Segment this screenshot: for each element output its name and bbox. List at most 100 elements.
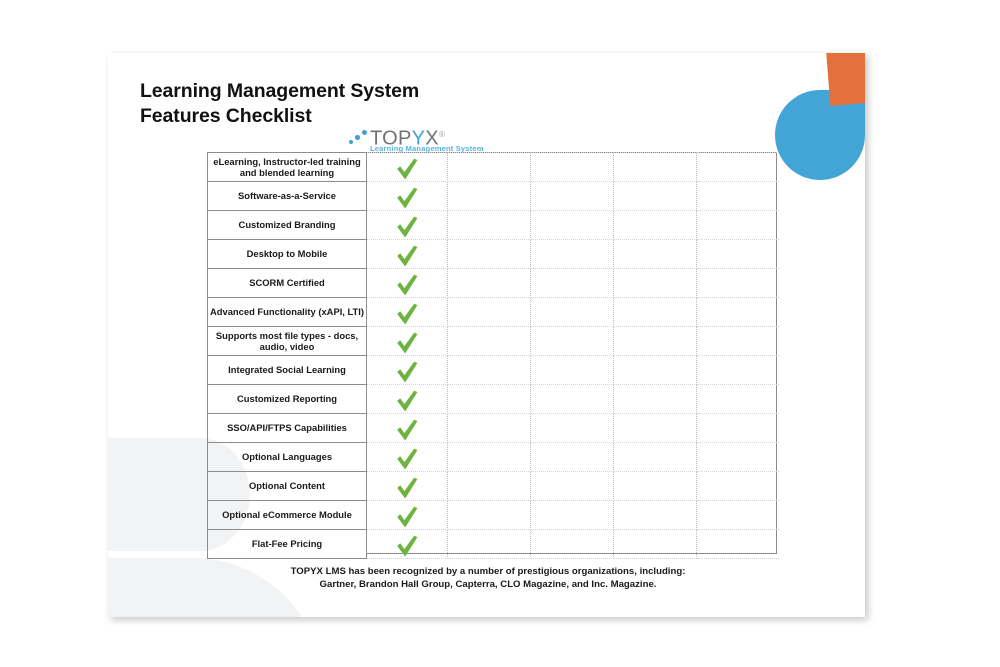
topyx-support-cell [366,355,448,385]
comparison-blank-cell [447,210,531,240]
comparison-blank-cell [696,239,779,269]
comparison-blank-cell [530,413,614,443]
comparison-blank-cell [696,442,779,472]
comparison-blank-cell [530,210,614,240]
comparison-blank-cell [447,471,531,501]
feature-label-cell: Optional Content [207,471,367,501]
table-row: Customized Branding [207,210,779,240]
feature-label-cell: SCORM Certified [207,268,367,298]
topyx-support-cell [366,384,448,414]
topyx-support-cell [366,297,448,327]
feature-label-cell: Integrated Social Learning [207,355,367,385]
feature-label-cell: Supports most file types - docs, audio, … [207,326,367,356]
table-row: SSO/API/FTPS Capabilities [207,413,779,443]
comparison-blank-cell [530,471,614,501]
comparison-blank-cell [613,326,697,356]
feature-label-cell: Optional Languages [207,442,367,472]
check-icon [394,417,420,443]
topyx-logo-trademark-icon: ® [438,130,446,139]
comparison-blank-cell [530,152,614,182]
topyx-support-cell [366,413,448,443]
check-icon [394,533,420,559]
comparison-blank-cell [696,326,779,356]
table-row: Optional Languages [207,442,779,472]
comparison-blank-cell [530,500,614,530]
table-row: Optional Content [207,471,779,501]
check-icon [394,330,420,356]
table-row: Customized Reporting [207,384,779,414]
feature-label-cell: Desktop to Mobile [207,239,367,269]
comparison-blank-cell [696,268,779,298]
topyx-support-cell [366,239,448,269]
comparison-blank-cell [447,326,531,356]
comparison-blank-cell [613,268,697,298]
comparison-blank-cell [696,471,779,501]
comparison-blank-cell [447,500,531,530]
topyx-support-cell [366,268,448,298]
check-icon [394,475,420,501]
table-row: eLearning, Instructor-led training and b… [207,152,779,182]
comparison-blank-cell [696,355,779,385]
comparison-blank-cell [696,210,779,240]
topyx-support-cell [366,442,448,472]
comparison-blank-cell [696,413,779,443]
topyx-support-cell [366,152,448,182]
table-row: Software-as-a-Service [207,181,779,211]
comparison-blank-cell [530,355,614,385]
comparison-blank-cell [696,500,779,530]
comparison-blank-cell [447,384,531,414]
footer-line-1: TOPYX LMS has been recognized by a numbe… [290,566,686,577]
topyx-support-cell [366,500,448,530]
table-row: Flat-Fee Pricing [207,529,779,559]
topyx-logo: TOPYX® Learning Management System [348,125,483,155]
page-title-line-1: Learning Management System [140,80,420,102]
comparison-blank-cell [447,442,531,472]
check-icon [394,214,420,240]
features-checklist-table: eLearning, Instructor-led training and b… [207,152,779,559]
table-row: Supports most file types - docs, audio, … [207,326,779,356]
page-canvas: Learning Management System Features Chec… [0,0,1000,667]
feature-label-cell: SSO/API/FTPS Capabilities [207,413,367,443]
feature-label-cell: Optional eCommerce Module [207,500,367,530]
topyx-support-cell [366,210,448,240]
features-checklist-body: eLearning, Instructor-led training and b… [207,152,779,559]
check-icon [394,388,420,414]
comparison-blank-cell [613,152,697,182]
decorative-orange-rectangle-shape [826,53,865,106]
comparison-blank-cell [696,384,779,414]
comparison-blank-cell [613,442,697,472]
feature-label-cell: eLearning, Instructor-led training and b… [207,152,367,182]
recognition-footer-note: TOPYX LMS has been recognized by a numbe… [168,565,808,591]
comparison-blank-cell [613,529,697,559]
comparison-blank-cell [530,384,614,414]
check-icon [394,504,420,530]
comparison-blank-cell [447,152,531,182]
feature-label-cell: Advanced Functionality (xAPI, LTI) [207,297,367,327]
comparison-blank-cell [447,268,531,298]
comparison-blank-cell [613,500,697,530]
comparison-blank-cell [530,181,614,211]
comparison-blank-cell [696,297,779,327]
feature-label-cell: Flat-Fee Pricing [207,529,367,559]
comparison-blank-cell [530,326,614,356]
comparison-blank-cell [447,239,531,269]
topyx-support-cell [366,529,448,559]
comparison-blank-cell [613,384,697,414]
comparison-blank-cell [613,239,697,269]
check-icon [394,243,420,269]
page-title: Learning Management System Features Chec… [140,79,560,129]
comparison-blank-cell [447,297,531,327]
feature-label-cell: Customized Branding [207,210,367,240]
check-icon [394,156,420,182]
comparison-blank-cell [530,529,614,559]
comparison-blank-cell [613,181,697,211]
table-row: Optional eCommerce Module [207,500,779,530]
table-row: SCORM Certified [207,268,779,298]
comparison-blank-cell [447,181,531,211]
comparison-blank-cell [530,239,614,269]
comparison-blank-cell [447,413,531,443]
footer-line-2: Gartner, Brandon Hall Group, Capterra, C… [319,579,657,590]
comparison-blank-cell [696,181,779,211]
comparison-blank-cell [613,210,697,240]
comparison-blank-cell [613,355,697,385]
